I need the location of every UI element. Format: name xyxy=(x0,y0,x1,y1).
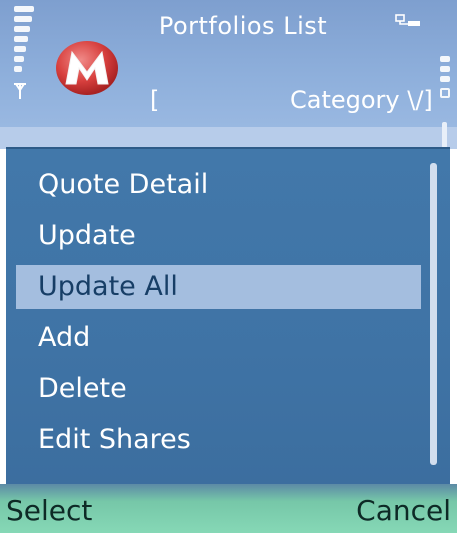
menu-item-delete[interactable]: Delete xyxy=(16,367,421,411)
portfolio-list-background xyxy=(0,127,457,149)
softkey-bar: Select Cancel xyxy=(0,484,457,533)
window-title: Portfolios List xyxy=(158,12,328,40)
menu-item-edit-shares[interactable]: Edit Shares xyxy=(16,418,421,462)
menu-item-update[interactable]: Update xyxy=(16,214,421,258)
network-data-icon xyxy=(395,14,420,26)
phone-screen: Portfolios List [ Category \/] Quote Det… xyxy=(0,0,457,533)
cancel-softkey[interactable]: Cancel xyxy=(356,494,451,527)
category-selector[interactable]: Category \/] xyxy=(290,86,433,114)
menu-scrollbar[interactable] xyxy=(430,163,437,465)
menu-item-update-all[interactable]: Update All xyxy=(16,265,421,309)
app-logo-icon xyxy=(56,41,118,95)
list-scrollbar[interactable] xyxy=(442,122,447,148)
antenna-icon xyxy=(14,83,26,99)
filter-bracket: [ xyxy=(150,86,160,114)
select-softkey[interactable]: Select xyxy=(6,494,92,527)
status-pane: Portfolios List [ Category \/] xyxy=(0,0,457,145)
options-menu: Quote Detail Update Update All Add Delet… xyxy=(6,147,450,484)
menu-item-add[interactable]: Add xyxy=(16,316,421,360)
menu-item-quote-detail[interactable]: Quote Detail xyxy=(16,163,421,207)
